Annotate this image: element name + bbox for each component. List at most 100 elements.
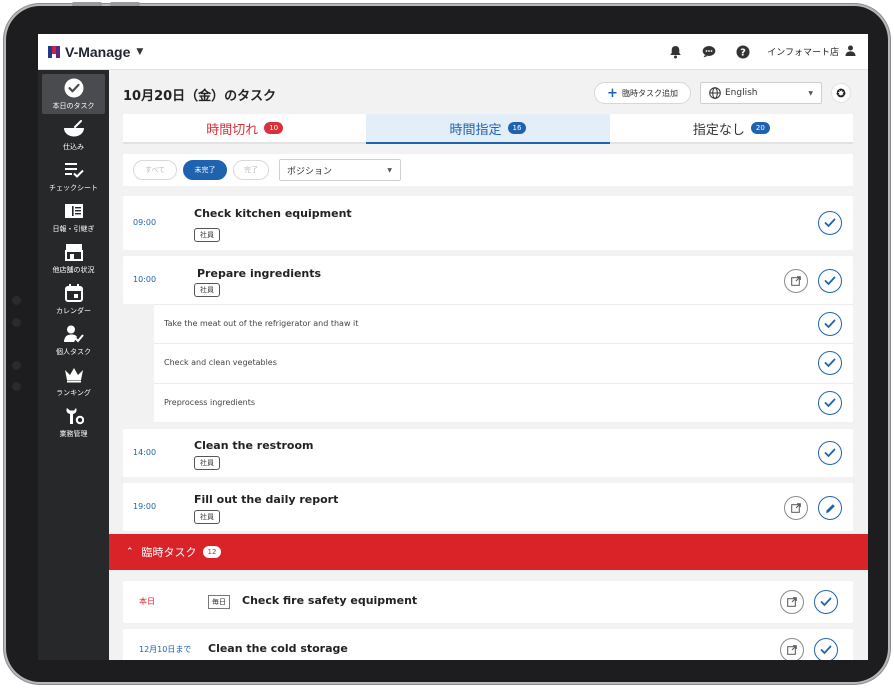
- due-label: 本日: [139, 597, 155, 606]
- tab-label: 時間指定: [449, 122, 502, 138]
- filter-all[interactable]: すべて: [133, 160, 177, 180]
- chevron-down-icon: ▼: [808, 89, 813, 97]
- complete-button[interactable]: [818, 351, 842, 375]
- sidebar: 本日のタスク 仕込み チェックシート 日報・引継ぎ 他店舗の状況 カレンダー 個…: [38, 70, 109, 660]
- complete-button[interactable]: [818, 269, 842, 293]
- sidebar-item-label: ランキング: [56, 389, 91, 397]
- sidebar-item-label: 業務管理: [59, 430, 88, 438]
- tab-overdue[interactable]: 時間切れ 10: [123, 114, 367, 144]
- sidebar-item-label: カレンダー: [56, 307, 91, 315]
- globe-icon: [709, 87, 721, 99]
- count-badge: 20: [750, 122, 770, 134]
- language-select[interactable]: English ▼: [700, 82, 822, 104]
- add-button-label: 臨時タスク追加: [621, 88, 678, 98]
- open-external-icon: [791, 276, 801, 286]
- role-tag: 社員: [194, 228, 220, 242]
- svg-text:?: ?: [740, 47, 746, 58]
- frequency-tag: 毎日: [208, 595, 230, 609]
- adhoc-label: 臨時タスク: [141, 546, 197, 559]
- count-badge: 16: [507, 122, 527, 134]
- count-badge: 10: [264, 122, 284, 134]
- sidebar-item-today[interactable]: 本日のタスク: [42, 74, 105, 114]
- sidebar-item-report[interactable]: 日報・引継ぎ: [42, 197, 105, 237]
- open-detail-button[interactable]: [784, 496, 808, 520]
- check-icon: [824, 448, 836, 458]
- sidebar-item-label: 他店舗の状況: [52, 266, 95, 274]
- checklist-icon: [63, 160, 85, 180]
- settings-button[interactable]: [831, 83, 851, 103]
- help-icon[interactable]: ?: [735, 44, 751, 60]
- sidebar-item-personal[interactable]: 個人タスク: [42, 320, 105, 360]
- sidebar-item-other-stores[interactable]: 他店舗の状況: [42, 238, 105, 278]
- bell-icon[interactable]: [667, 44, 683, 60]
- tab-scheduled[interactable]: 時間指定 16: [366, 114, 610, 144]
- open-detail-button[interactable]: [780, 590, 804, 614]
- main-content: 10月20日（金）のタスク + 臨時タスク追加 English ▼ 時間切れ 1…: [109, 70, 868, 660]
- subtask-text: Take the meat out of the refrigerator an…: [164, 319, 359, 328]
- sidebar-item-label: 本日のタスク: [52, 102, 95, 110]
- complete-button[interactable]: [818, 441, 842, 465]
- complete-button[interactable]: [818, 211, 842, 235]
- role-tag: 社員: [194, 283, 220, 297]
- crown-icon: [63, 365, 85, 385]
- complete-button[interactable]: [818, 391, 842, 415]
- position-select[interactable]: ポジション ▼: [279, 159, 401, 181]
- subtask-row[interactable]: Preprocess ingredients: [154, 383, 853, 422]
- sidebar-item-ranking[interactable]: ランキング: [42, 361, 105, 401]
- sidebar-item-checksheet[interactable]: チェックシート: [42, 156, 105, 196]
- sidebar-item-prep[interactable]: 仕込み: [42, 115, 105, 155]
- open-external-icon: [791, 503, 801, 513]
- task-card[interactable]: 14:00 Clean the restroom 社員: [123, 429, 853, 477]
- complete-button[interactable]: [814, 590, 838, 614]
- task-card[interactable]: 19:00 Fill out the daily report 社員: [123, 483, 853, 531]
- task-title: Clean the restroom: [194, 439, 314, 452]
- sidebar-item-label: 仕込み: [63, 143, 84, 151]
- check-icon: [820, 645, 832, 655]
- chat-icon[interactable]: [701, 44, 717, 60]
- adhoc-task-card[interactable]: 12月10日まで Clean the cold storage: [123, 629, 853, 660]
- subtask-text: Check and clean vegetables: [164, 358, 277, 367]
- adhoc-section-header[interactable]: ⌃ 臨時タスク 12: [109, 534, 868, 570]
- tools-icon: [63, 406, 85, 426]
- open-external-icon: [787, 645, 797, 655]
- complete-button[interactable]: [814, 638, 838, 660]
- check-icon: [824, 319, 836, 329]
- book-icon: [63, 201, 85, 221]
- sidebar-item-management[interactable]: 業務管理: [42, 402, 105, 442]
- tab-label: 時間切れ: [206, 122, 259, 138]
- task-time: 14:00: [133, 448, 157, 457]
- chevron-down-icon: ▼: [136, 46, 144, 57]
- subtask-text: Preprocess ingredients: [164, 398, 256, 407]
- adhoc-task-card[interactable]: 本日 毎日 Check fire safety equipment: [123, 581, 853, 623]
- subtask-row[interactable]: Take the meat out of the refrigerator an…: [154, 304, 853, 343]
- store-icon: [63, 242, 85, 262]
- open-detail-button[interactable]: [780, 638, 804, 660]
- check-icon: [820, 597, 832, 607]
- check-icon: [824, 398, 836, 408]
- sidebar-item-calendar[interactable]: カレンダー: [42, 279, 105, 319]
- due-label: 12月10日まで: [139, 645, 192, 654]
- count-badge: 12: [202, 546, 222, 558]
- task-card[interactable]: 09:00 Check kitchen equipment 社員: [123, 196, 853, 250]
- tab-unscheduled[interactable]: 指定なし 20: [609, 114, 853, 144]
- filter-incomplete[interactable]: 未完了: [183, 160, 227, 180]
- app-switcher[interactable]: V-Manage ▼: [48, 44, 143, 60]
- sensor-dot: [12, 361, 21, 370]
- gear-icon: [836, 88, 846, 98]
- bowl-icon: [63, 119, 85, 139]
- filter-complete[interactable]: 完了: [233, 160, 269, 180]
- tab-bar: 時間切れ 10 時間指定 16 指定なし 20: [123, 114, 853, 144]
- volume-button: [72, 2, 102, 6]
- app-name: V-Manage: [65, 43, 131, 60]
- subtask-row[interactable]: Check and clean vegetables: [154, 343, 853, 383]
- edit-button[interactable]: [818, 496, 842, 520]
- open-detail-button[interactable]: [784, 269, 808, 293]
- task-card[interactable]: 10:00 Prepare ingredients 社員: [123, 256, 853, 304]
- check-icon: [824, 276, 836, 286]
- complete-button[interactable]: [818, 312, 842, 336]
- app-screen: V-Manage ▼ ? インフォマート店 本日のタスク 仕込み チェックシート…: [38, 34, 868, 660]
- add-adhoc-task-button[interactable]: + 臨時タスク追加: [594, 82, 691, 104]
- task-title: Check kitchen equipment: [194, 207, 352, 220]
- task-time: 09:00: [133, 218, 157, 227]
- store-menu[interactable]: インフォマート店: [767, 45, 856, 59]
